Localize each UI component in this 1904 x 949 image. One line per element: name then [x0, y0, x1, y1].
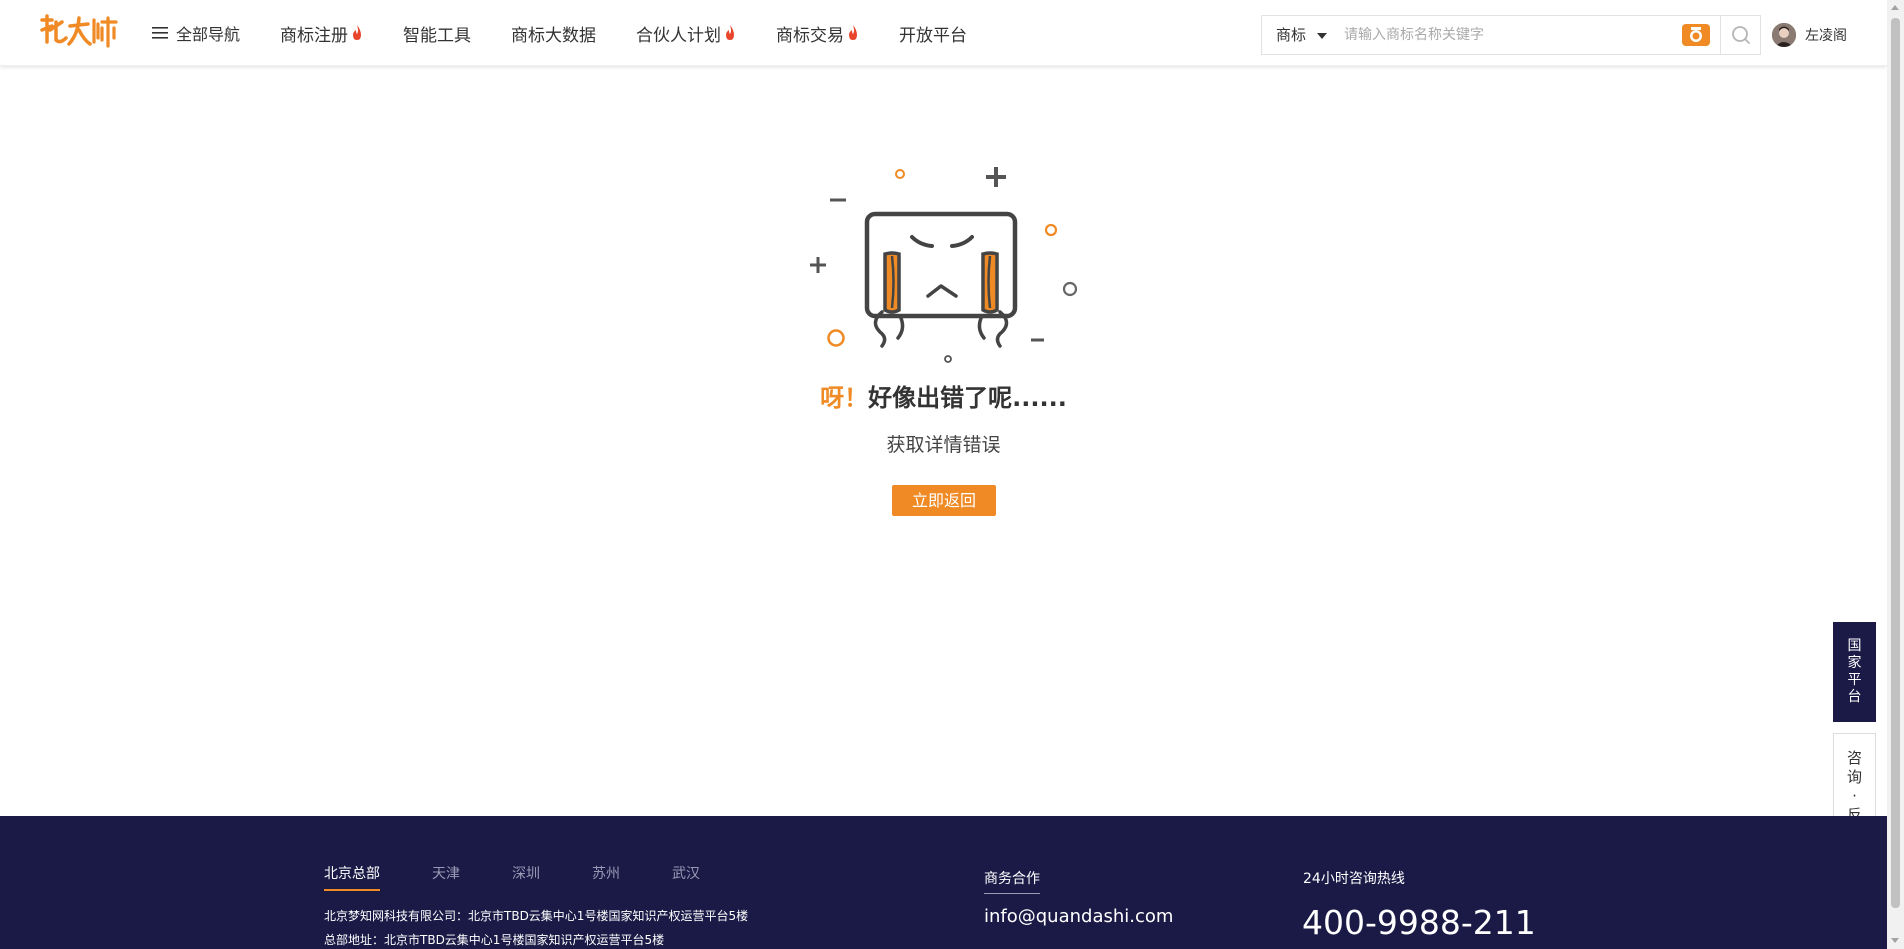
page-scrollbar[interactable]: [1887, 0, 1904, 949]
scroll-up-icon[interactable]: [1891, 5, 1899, 10]
business-label: 商务合作: [984, 868, 1040, 894]
hotline-number: 400-9988-211: [1302, 903, 1536, 942]
scroll-down-icon[interactable]: [1891, 938, 1899, 943]
back-button[interactable]: 立即返回: [892, 485, 996, 516]
error-title-text: 好像出错了呢......: [868, 384, 1067, 412]
username[interactable]: 左凌阁: [1805, 25, 1847, 45]
nav-item-trademark-bigdata[interactable]: 商标大数据: [511, 21, 596, 46]
user-avatar-icon: [1772, 23, 1796, 47]
side-char: 询: [1846, 767, 1862, 786]
nav-item-smart-tools[interactable]: 智能工具: [403, 21, 471, 46]
top-header: 全部导航 商标注册 智能工具 商标大数据 合伙人计划 商标交易 开放平台 商标 …: [0, 0, 1887, 66]
nav-item-label: 智能工具: [403, 25, 472, 46]
crying-face-illustration: [810, 167, 1078, 363]
search-bar: 商标: [1261, 15, 1761, 55]
side-char: 国: [1847, 638, 1862, 654]
avatar[interactable]: [1772, 23, 1796, 47]
side-char: 台: [1847, 689, 1862, 705]
nav-item-trademark-trade[interactable]: 商标交易: [776, 21, 859, 46]
fire-icon: [353, 25, 362, 40]
camera-icon[interactable]: [1682, 24, 1710, 46]
nav-item-label: 商标大数据: [511, 25, 597, 46]
error-message: 获取详情错误: [886, 434, 1001, 456]
nav-item-label: 商标交易: [776, 25, 845, 46]
side-char: 家: [1847, 655, 1862, 671]
city-tabs: 北京总部 天津 深圳 苏州 武汉: [324, 863, 752, 891]
nav-item-open-platform[interactable]: 开放平台: [899, 21, 967, 46]
scrollbar-thumb[interactable]: [1891, 18, 1900, 908]
tab-city-beijing[interactable]: 北京总部: [324, 863, 380, 891]
error-title: 呀！好像出错了呢......: [0, 378, 1887, 413]
nav-item-trademark-registration[interactable]: 商标注册: [280, 21, 363, 46]
fire-icon: [849, 25, 858, 40]
nav-all-label: 全部导航: [176, 25, 241, 44]
side-char: 平: [1847, 672, 1862, 688]
search-button[interactable]: [1720, 16, 1760, 54]
footer: 北京总部 天津 深圳 苏州 武汉 北京梦知网科技有限公司：北京市TBD云集中心1…: [0, 816, 1887, 949]
chevron-down-icon[interactable]: [1317, 33, 1327, 39]
search-input[interactable]: [1344, 16, 1674, 54]
business-email[interactable]: info@quandashi.com: [984, 906, 1173, 927]
tab-city-suzhou[interactable]: 苏州: [592, 863, 620, 891]
tab-city-shenzhen[interactable]: 深圳: [512, 863, 540, 891]
tab-city-tianjin[interactable]: 天津: [432, 863, 460, 891]
site-logo[interactable]: [38, 12, 118, 52]
fire-icon: [726, 25, 735, 40]
page: 全部导航 商标注册 智能工具 商标大数据 合伙人计划 商标交易 开放平台 商标 …: [0, 0, 1904, 949]
nav-item-label: 合伙人计划: [636, 25, 722, 46]
national-platform-button[interactable]: 国 家 平 台: [1833, 622, 1876, 722]
main-nav: 全部导航 商标注册 智能工具 商标大数据 合伙人计划 商标交易 开放平台: [152, 0, 1007, 66]
menu-icon: [152, 27, 168, 39]
tab-city-wuhan[interactable]: 武汉: [672, 863, 700, 891]
error-title-accent: 呀！: [820, 384, 869, 412]
nav-all-menu[interactable]: 全部导航: [152, 21, 240, 45]
nav-item-label: 商标注册: [280, 25, 349, 46]
hq-address: 总部地址：北京市TBD云集中心1号楼国家知识产权运营平台5楼: [324, 933, 665, 947]
side-char: ·: [1852, 786, 1857, 805]
company-address: 北京梦知网科技有限公司：北京市TBD云集中心1号楼国家知识产权运营平台5楼: [324, 909, 749, 923]
search-icon: [1732, 26, 1750, 44]
nav-item-partner-plan[interactable]: 合伙人计划: [636, 21, 736, 46]
hotline-label: 24小时咨询热线: [1303, 871, 1405, 887]
nav-item-label: 开放平台: [899, 25, 968, 46]
side-char: 咨: [1846, 748, 1862, 767]
search-type-select[interactable]: 商标: [1276, 16, 1306, 54]
